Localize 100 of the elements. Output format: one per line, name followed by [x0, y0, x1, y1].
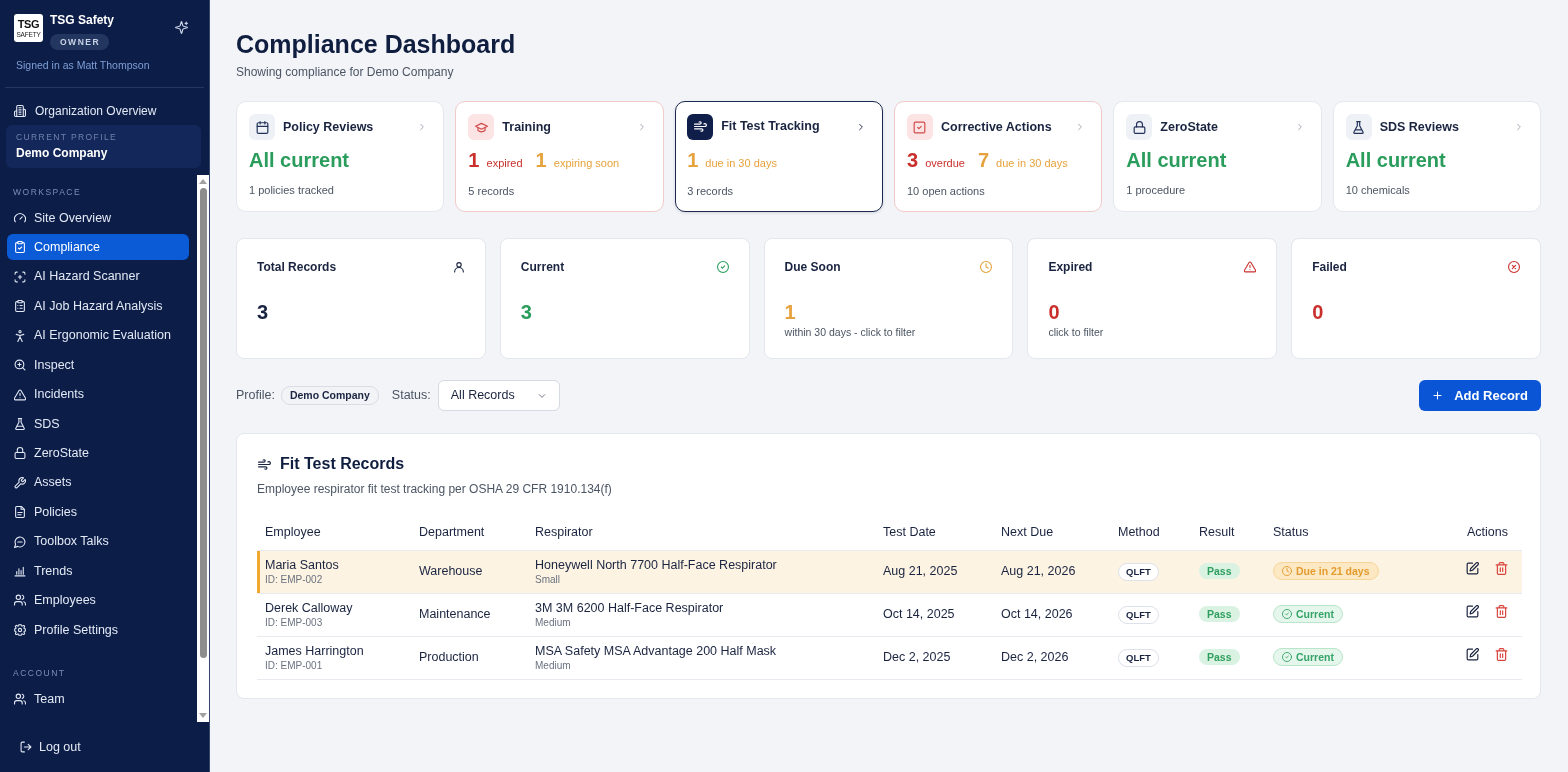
stat-card[interactable]: Total Records 3 — [236, 238, 486, 359]
status-select[interactable]: All Records — [437, 380, 560, 411]
sidebar-item[interactable]: AI Ergonomic Evaluation — [7, 322, 189, 349]
employee-id: ID: EMP-003 — [265, 615, 324, 629]
status-summary: All current — [1345, 148, 1446, 172]
test-date: Oct 14, 2025 — [883, 607, 955, 622]
summary-card[interactable]: Training 1 expired 1 expiring soon 5 records — [455, 101, 664, 212]
table-row[interactable]: James Harrington ID: EMP-001 Production MSA Safety MSA Advantage 200 Half Mask Medium Dec 2, 2025 Dec 2, 2026 QLFT Pass Current — [257, 636, 1522, 679]
sidebar-item[interactable]: ZeroState — [7, 440, 189, 467]
magnifier-icon — [14, 359, 26, 372]
check-circle-icon — [716, 261, 729, 273]
summary-card[interactable]: SDS Reviews All current 10 chemicals — [1332, 101, 1541, 212]
users-icon — [14, 692, 26, 705]
sidebar-item[interactable]: Employees — [7, 587, 189, 614]
stat-card[interactable]: Failed 0 — [1291, 238, 1541, 359]
stat-label: Failed — [1312, 260, 1347, 274]
method-badge: QLFT — [1118, 606, 1159, 624]
column-header: Result — [1199, 525, 1235, 540]
edit-icon[interactable] — [1466, 605, 1479, 619]
clipboard-list-icon — [14, 300, 26, 313]
scrollbar[interactable] — [197, 175, 209, 722]
sparkles-icon[interactable] — [175, 21, 188, 34]
stat-card[interactable]: Expired 0 click to filter — [1027, 238, 1278, 359]
delete-icon[interactable] — [1495, 648, 1508, 662]
stat-card[interactable]: Due Soon 1 within 30 days - click to filter — [763, 238, 1014, 359]
card-footnote: 1 policies tracked — [249, 183, 335, 197]
respirator-model: 3M 3M 6200 Half-Face Respirator — [535, 600, 725, 616]
next-due-date: Dec 2, 2026 — [1001, 650, 1069, 665]
column-header: Employee — [265, 525, 321, 540]
table-row[interactable]: Derek Calloway ID: EMP-003 Maintenance 3M 3M 6200 Half-Face Respirator Medium Oct 14, 2025 Oct 14, 2026 QLFT Pass Current — [257, 593, 1522, 636]
building-icon — [14, 105, 26, 117]
page-title: Compliance Dashboard — [236, 29, 516, 59]
brand-name: TSG Safety — [50, 13, 116, 28]
edit-icon[interactable] — [1466, 648, 1479, 662]
section-heading: ACCOUNT — [12, 666, 67, 679]
document-icon — [14, 506, 26, 519]
delete-icon[interactable] — [1495, 562, 1508, 576]
sidebar-item[interactable]: Compliance — [7, 234, 189, 261]
profile-label: CURRENT PROFILE — [16, 132, 119, 143]
calendar-icon — [249, 114, 275, 140]
logo-text: TSG — [17, 18, 40, 30]
sidebar-link[interactable]: Organization Overview — [0, 98, 171, 124]
summary-card[interactable]: Policy Reviews All current 1 policies tracked — [236, 101, 445, 212]
profile-name: Demo Company — [16, 145, 109, 161]
department-text: Warehouse — [419, 564, 483, 579]
stat-label: Expired — [1048, 260, 1093, 274]
sidebar-item[interactable]: Incidents — [7, 381, 189, 408]
stat-label: Due Soon — [784, 260, 841, 274]
card-footnote: 10 chemicals — [1345, 183, 1411, 197]
column-header: Test Date — [883, 525, 936, 540]
gauge-icon — [14, 212, 26, 224]
respirator-size: Medium — [535, 615, 572, 629]
edit-icon[interactable] — [1466, 562, 1479, 576]
department-text: Production — [419, 650, 479, 665]
sidebar-item[interactable]: AI Job Hazard Analysis — [7, 293, 189, 320]
summary-card[interactable]: Corrective Actions 3 overdue 7 due in 30 days 10 open actions — [894, 101, 1103, 212]
stat-note: click to filter — [1048, 326, 1105, 339]
flask-icon — [1345, 114, 1372, 140]
sidebar-item[interactable]: Site Overview — [7, 205, 189, 231]
sidebar-item[interactable]: Team — [7, 685, 189, 712]
status-count: 1 expired — [468, 148, 523, 173]
sidebar-item[interactable]: Profile Settings — [7, 616, 189, 643]
respirator-model: Honeywell North 7700 Half-Face Respirator — [535, 557, 778, 573]
test-date: Dec 2, 2025 — [883, 650, 951, 665]
card-footnote: 10 open actions — [907, 184, 986, 198]
stat-value: 3 — [257, 300, 269, 324]
sidebar-item[interactable]: Policies — [7, 499, 189, 526]
stat-value: 0 — [1048, 300, 1060, 324]
column-header: Status — [1273, 525, 1309, 540]
sidebar-item[interactable]: Toolbox Talks — [7, 528, 189, 555]
scan-frame-icon — [14, 270, 26, 283]
sidebar-item[interactable]: Assets — [7, 469, 189, 496]
status-badge: Due in 21 days — [1273, 561, 1379, 580]
card-heading: Policy Reviews — [283, 118, 374, 136]
table-row[interactable]: Maria Santos ID: EMP-002 Warehouse Honeywell North 7700 Half-Face Respirator Small Aug 21, 2025 Aug 21, 2026 QLFT Pass Due in 21 days — [257, 550, 1522, 593]
summary-card[interactable]: ZeroState All current 1 procedure — [1113, 101, 1322, 212]
sidebar-item[interactable]: AI Hazard Scanner — [7, 263, 189, 290]
plus-icon — [1432, 390, 1444, 401]
logout-link[interactable]: Log out — [20, 737, 81, 757]
test-date: Aug 21, 2025 — [883, 564, 958, 579]
method-badge: QLFT — [1118, 649, 1159, 667]
page-subtitle: Showing compliance for Demo Company — [236, 64, 455, 80]
filter-label: Profile: — [236, 387, 275, 405]
stat-card[interactable]: Current 3 — [499, 238, 750, 359]
add-record-button[interactable]: Add Record — [1419, 380, 1541, 411]
card-heading: SDS Reviews — [1379, 118, 1459, 136]
column-header: Actions — [1467, 525, 1508, 540]
chat-bubble-icon — [14, 535, 26, 548]
employee-name: Maria Santos — [265, 557, 340, 573]
sidebar-item[interactable]: SDS — [7, 410, 189, 437]
delete-icon[interactable] — [1495, 605, 1508, 619]
section-heading: WORKSPACE — [12, 186, 83, 198]
sidebar-item[interactable]: Trends — [7, 558, 189, 585]
flask-icon — [14, 417, 26, 430]
graduation-cap-icon — [468, 114, 495, 140]
profile-badge: Demo Company — [280, 386, 379, 405]
summary-card[interactable]: Fit Test Tracking 1 due in 30 days 3 records — [674, 101, 883, 212]
x-circle-icon — [1508, 261, 1520, 273]
users-icon — [14, 594, 26, 607]
sidebar-item[interactable]: Inspect — [7, 352, 189, 379]
